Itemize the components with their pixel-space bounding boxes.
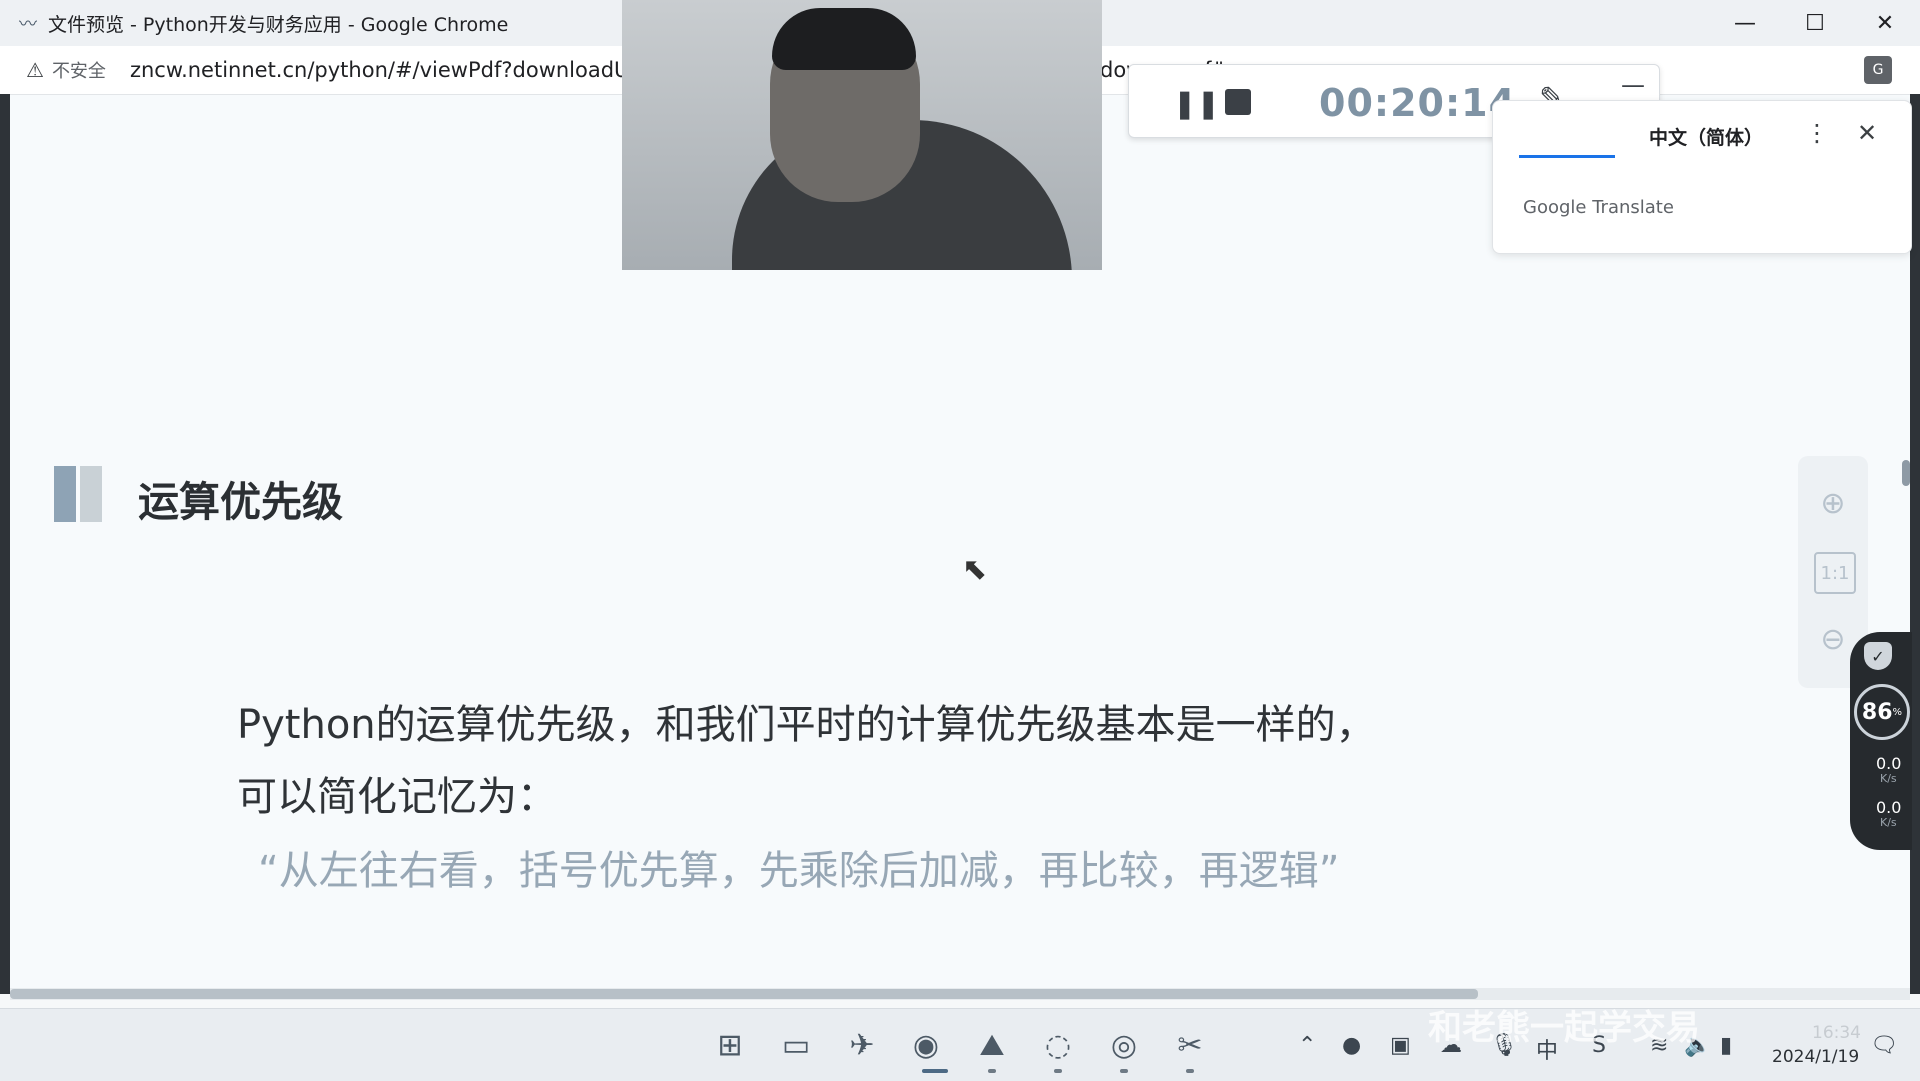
shield-icon: ✓ [1864,642,1892,670]
loading-circle-icon[interactable]: ◌ [1036,1023,1080,1067]
close-icon[interactable]: ✕ [1857,119,1877,147]
recorder-app-icon[interactable]: ⛰ [970,1023,1014,1067]
app-running-indicator [988,1069,996,1073]
heading-accent-bar [54,466,76,522]
upload-unit: K/s [1880,772,1897,785]
chrome-icon[interactable]: ◉ [904,1023,948,1067]
vertical-scrollbar-thumb[interactable] [1902,460,1910,486]
window-controls: — ☐ ✕ [1710,0,1920,46]
app-running-indicator [1120,1069,1128,1073]
clock-date[interactable]: 2024/1/19 [1772,1047,1859,1067]
slide-text-line-2: 可以简化记忆为： [237,774,557,820]
mouse-cursor-icon: ⬉ [962,552,988,587]
feishu-icon[interactable]: ✈ [840,1023,884,1067]
heading-accent-bar-light [80,466,102,522]
network-widget[interactable]: ✓ 86% 0.0 K/s 0.0 K/s [1850,632,1912,850]
app-favicon-icon: 〰 [19,14,37,35]
stop-icon[interactable] [1225,89,1251,115]
clock-time[interactable]: 16:34 [1812,1023,1861,1043]
tab-target-language[interactable]: 中文（简体） [1649,123,1763,150]
warning-triangle-icon[interactable]: ⚠ [26,58,44,82]
horizontal-scrollbar-thumb[interactable] [10,989,1478,999]
close-button[interactable]: ✕ [1850,0,1920,46]
minimize-button[interactable]: — [1710,0,1780,46]
memory-gauge: 86% [1854,684,1910,740]
notification-icon[interactable]: 🗨 [1870,1033,1898,1058]
slide-quote: “从左往右看，括号优先算，先乘除后加减，再比较，再逻辑” [258,848,1340,894]
app-running-indicator [1054,1069,1062,1073]
start-button-icon[interactable]: ⊞ [708,1023,752,1067]
pause-icon[interactable]: ❚❚ [1173,87,1220,120]
recorder-minimize-icon[interactable]: — [1621,71,1645,99]
download-speed: 0.0 [1876,798,1902,817]
window-title: 文件预览 - Python开发与财务应用 - Google Chrome [48,13,509,36]
more-options-icon[interactable]: ⋮ [1805,119,1829,147]
tray-screen-icon[interactable]: ▣ [1390,1033,1411,1058]
maximize-button[interactable]: ☐ [1780,0,1850,46]
recording-timer: 00:20:14 [1319,81,1517,125]
upload-speed: 0.0 [1876,754,1902,773]
translate-icon[interactable]: G [1864,56,1892,84]
snipping-tool-icon[interactable]: ✂ [1168,1023,1212,1067]
settings-disc-icon[interactable]: ◎ [1102,1023,1146,1067]
download-unit: K/s [1880,816,1897,829]
battery-icon[interactable]: ▮ [1720,1033,1732,1058]
tray-app-icon[interactable]: ● [1342,1033,1361,1058]
gauge-percent: 86 [1861,699,1893,725]
zoom-in-icon[interactable]: ⊕ [1814,484,1852,522]
fit-page-icon[interactable]: 1:1 [1814,552,1856,594]
security-label[interactable]: 不安全 [52,57,106,83]
window-left-edge [0,94,10,994]
gauge-percent-unit: % [1892,706,1903,718]
chevron-up-icon[interactable]: ⌃ [1298,1033,1316,1058]
watermark-text: 和老熊一起学交易 [1428,1008,1700,1048]
slide-text-line-1: Python的运算优先级，和我们平时的计算优先级基本是一样的， [237,702,1376,748]
zoom-out-icon[interactable]: ⊖ [1814,620,1852,658]
webcam-overlay [622,0,1102,270]
active-app-indicator [922,1069,948,1073]
presenter-hair [772,8,916,70]
slide-heading: 运算优先级 [138,478,343,526]
translate-panel: 中文（简体） ⋮ ✕ Google Translate [1492,100,1912,254]
file-explorer-icon[interactable]: ▭ [774,1023,818,1067]
app-running-indicator [1186,1069,1194,1073]
url-text[interactable]: zncw.netinnet.cn/python/#/viewPdf?downlo… [130,58,638,82]
translate-brand: Google Translate [1523,197,1674,218]
tab-source-language[interactable] [1519,119,1615,158]
